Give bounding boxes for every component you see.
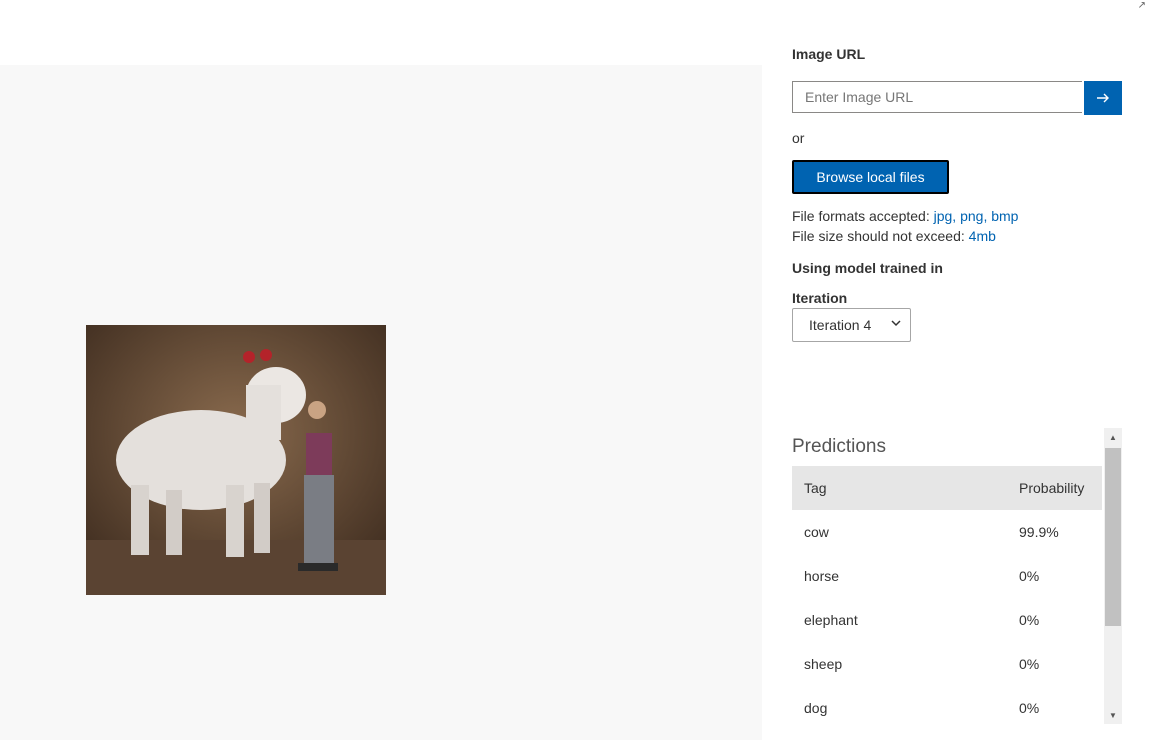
cow-with-man-photo [86, 325, 386, 595]
iteration-select-value: Iteration 4 [809, 317, 872, 333]
table-row: dog 0% [792, 686, 1102, 730]
file-size-info: File size should not exceed: 4mb [792, 228, 996, 244]
or-separator: or [792, 130, 805, 146]
resize-grip-icon[interactable]: ↗ [1138, 0, 1146, 11]
probability-cell: 99.9% [1019, 524, 1059, 540]
format-jpg[interactable]: jpg, [934, 208, 957, 224]
preview-image [86, 325, 386, 595]
tag-cell: elephant [804, 612, 858, 628]
image-preview-area [0, 65, 762, 740]
tag-cell: dog [804, 700, 828, 716]
scroll-up-icon[interactable]: ▲ [1104, 428, 1122, 446]
scrollbar-thumb[interactable] [1105, 448, 1121, 626]
iteration-select[interactable]: Iteration 4 [792, 308, 911, 342]
table-row: cow 99.9% [792, 510, 1102, 554]
size-limit-link[interactable]: 4mb [969, 228, 996, 244]
predictions-table: Tag Probability cow 99.9% horse 0% eleph… [792, 466, 1102, 730]
image-url-input[interactable] [792, 81, 1082, 113]
tag-cell: sheep [804, 656, 843, 672]
file-formats-info: File formats accepted: jpg, png, bmp [792, 208, 1019, 224]
submit-url-button[interactable] [1084, 81, 1122, 115]
arrow-right-icon [1097, 93, 1109, 103]
column-header-tag: Tag [804, 480, 827, 496]
predictions-title: Predictions [792, 436, 886, 457]
table-row: elephant 0% [792, 598, 1102, 642]
chevron-down-icon [891, 320, 901, 327]
column-header-probability: Probability [1019, 480, 1085, 496]
probability-cell: 0% [1019, 612, 1040, 628]
probability-cell: 0% [1019, 656, 1040, 672]
format-png[interactable]: png, [960, 208, 987, 224]
scroll-down-icon[interactable]: ▼ [1104, 706, 1122, 724]
model-heading: Using model trained in [792, 260, 943, 276]
probability-cell: 0% [1019, 568, 1040, 584]
predictions-scrollbar[interactable]: ▲ ▼ [1104, 428, 1122, 724]
tag-cell: cow [804, 524, 829, 540]
table-row: sheep 0% [792, 642, 1102, 686]
iteration-label: Iteration [792, 290, 848, 306]
probability-cell: 0% [1019, 700, 1040, 716]
browse-local-files-button[interactable]: Browse local files [792, 160, 949, 194]
image-url-label: Image URL [792, 46, 866, 62]
format-bmp[interactable]: bmp [991, 208, 1018, 224]
table-header: Tag Probability [792, 466, 1102, 510]
tag-cell: horse [804, 568, 840, 584]
table-row: horse 0% [792, 554, 1102, 598]
upload-panel: Image URL or Browse local files File for… [792, 0, 1132, 740]
